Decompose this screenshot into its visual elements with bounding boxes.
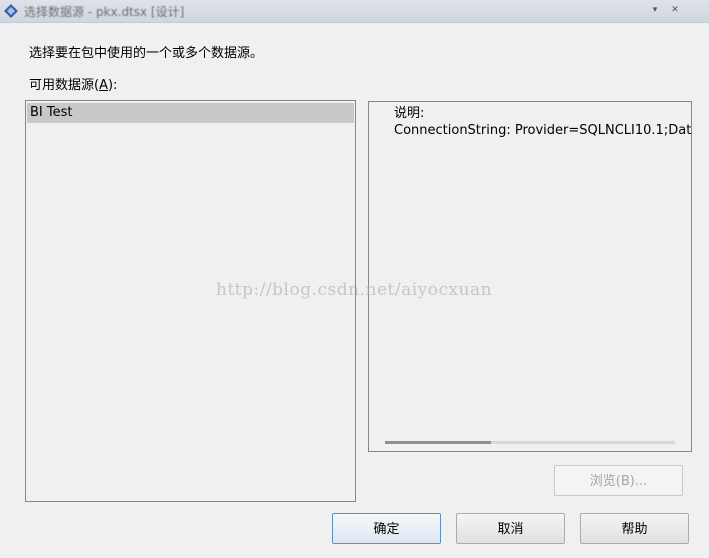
close-icon[interactable]: ✕ (668, 3, 682, 17)
description-panel: 说明: ConnectionString: Provider=SQLNCLI10… (368, 101, 692, 452)
minimize-icon[interactable]: ▾ (648, 3, 662, 17)
help-button[interactable]: 帮助 (580, 513, 689, 544)
ok-button[interactable]: 确定 (332, 513, 441, 544)
watermark: http://blog.csdn.net/aiyocxuan (216, 280, 493, 300)
connection-string: ConnectionString: Provider=SQLNCLI10.1;D… (394, 123, 692, 138)
list-item-bi-test[interactable]: BI Test (27, 103, 354, 123)
browse-button[interactable]: 浏览(B)... (554, 465, 683, 496)
description-text: 说明: ConnectionString: Provider=SQLNCLI10… (394, 105, 692, 139)
instruction-text: 选择要在包中使用的一个或多个数据源。 (29, 46, 264, 61)
window-title: 选择数据源 - pkx.dtsx [设计] (24, 5, 185, 19)
horizontal-scrollbar[interactable] (385, 441, 675, 444)
app-icon (4, 4, 18, 18)
data-source-list[interactable]: BI Test (25, 100, 356, 502)
scrollbar-thumb[interactable] (385, 441, 491, 444)
title-bar: 选择数据源 - pkx.dtsx [设计] ▾ ✕ (0, 0, 709, 23)
description-heading: 说明: (394, 106, 425, 121)
available-sources-label: 可用数据源(A): (29, 78, 118, 93)
cancel-button[interactable]: 取消 (456, 513, 565, 544)
